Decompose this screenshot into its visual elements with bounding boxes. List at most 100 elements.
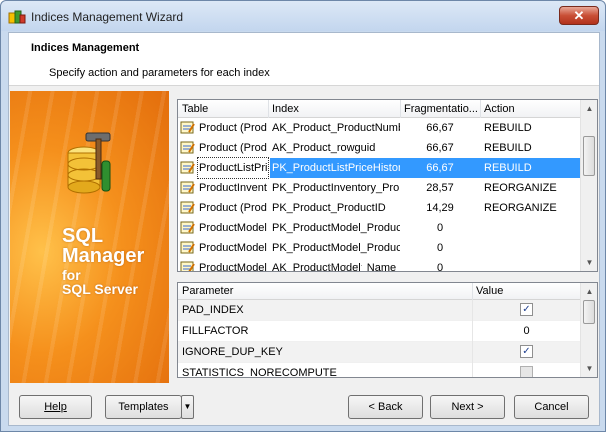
cell-table[interactable]: ProductModel [198,238,268,258]
parameters-grid-header: Parameter Value [178,283,580,300]
cell-action[interactable] [480,258,580,271]
database-tools-icon [67,132,111,194]
table-row[interactable]: ProductModel AK_ProductModel_Name 0 [178,258,580,271]
table-row[interactable]: Product (Prod PK_Product_ProductID 14,29 RE… [178,198,580,218]
param-checkbox[interactable]: ✓ [520,302,533,316]
column-header-parameter[interactable]: Parameter [182,285,233,297]
page-title: Indices Management [31,42,140,54]
scrollbar-thumb[interactable] [583,300,595,324]
cell-action[interactable]: REBUILD [480,118,580,138]
page-subtitle: Specify action and parameters for each i… [49,67,270,79]
cell-fragmentation[interactable]: 66,67 [400,118,480,138]
cell-fragmentation[interactable]: 0 [400,238,480,258]
table-row[interactable]: ProductModel PK_ProductModel_Produc 0 [178,238,580,258]
param-checkbox[interactable]: ✓ [520,344,533,358]
param-checkbox[interactable] [520,365,533,377]
cell-action[interactable] [480,218,580,238]
cell-table[interactable]: Product (Prod [198,138,268,158]
wizard-client: Indices Management Specify action and pa… [8,32,600,426]
param-value[interactable]: 0 [523,325,529,337]
product-banner: SQL Manager for SQL Server [10,91,169,383]
indices-grid-header: Table Index Fragmentatio... Action [178,100,580,118]
index-edit-icon [180,121,195,134]
cell-fragmentation[interactable]: 0 [400,218,480,238]
indices-scrollbar[interactable]: ▲ ▼ [580,100,597,271]
column-header-table[interactable]: Table [182,103,208,115]
column-header-value[interactable]: Value [476,285,503,297]
table-row[interactable]: FILLFACTOR 0 [178,321,580,342]
table-row[interactable]: ProductInvent PK_ProductInventory_Pro 28,5… [178,178,580,198]
cell-index[interactable]: AK_Product_rowguid [270,138,400,158]
cell-index[interactable]: PK_ProductModel_Produc [270,218,400,238]
cell-action[interactable]: REBUILD [480,138,580,158]
app-icon [8,10,26,24]
cell-index[interactable]: PK_ProductListPriceHistor [270,158,400,178]
cell-table[interactable]: ProductInvent [198,178,268,198]
cell-index[interactable]: AK_Product_ProductNumb [270,118,400,138]
index-edit-icon [180,241,195,254]
cell-fragmentation[interactable]: 14,29 [400,198,480,218]
cell-index[interactable]: PK_ProductInventory_Pro [270,178,400,198]
param-value-cell[interactable] [472,363,580,377]
scrollbar-thumb[interactable] [583,136,595,176]
close-button[interactable]: ✕ [559,6,599,25]
param-value-cell[interactable]: ✓ [472,342,580,363]
param-name: IGNORE_DUP_KEY [182,346,283,358]
index-edit-icon [180,161,195,174]
next-button[interactable]: Next > [430,395,505,419]
param-name: FILLFACTOR [182,325,249,337]
cell-fragmentation[interactable]: 66,67 [400,158,480,178]
table-row[interactable]: PAD_INDEX ✓ [178,300,580,321]
cell-action[interactable]: REBUILD [480,158,580,178]
indices-grid[interactable]: Table Index Fragmentatio... Action Produ… [177,99,598,272]
scroll-down-icon[interactable]: ▼ [581,360,597,377]
chevron-down-icon: ▼ [183,402,192,411]
index-edit-icon [180,201,195,214]
cell-action[interactable]: REORGANIZE [480,198,580,218]
cell-table[interactable]: ProductModel [198,258,268,271]
cell-index[interactable]: PK_ProductModel_Produc [270,238,400,258]
cell-table[interactable]: ProductListPri [197,157,269,179]
splitter-grip-icon[interactable]: ········· [328,260,364,270]
cell-action[interactable]: REORGANIZE [480,178,580,198]
cell-table[interactable]: ProductModel [198,218,268,238]
param-name: PAD_INDEX [182,304,244,316]
cell-table[interactable]: Product (Prod [198,198,268,218]
index-edit-icon [180,141,195,154]
parameters-scrollbar[interactable]: ▲ ▼ [580,283,597,377]
title-bar[interactable]: Indices Management Wizard ✕ [1,1,605,31]
back-button[interactable]: < Back [348,395,423,419]
wizard-window: Indices Management Wizard ✕ Indices Mana… [0,0,606,432]
cell-fragmentation[interactable]: 66,67 [400,138,480,158]
param-value-cell[interactable]: 0 [472,321,580,342]
cell-fragmentation[interactable]: 28,57 [400,178,480,198]
index-edit-icon [180,181,195,194]
cell-index[interactable]: PK_Product_ProductID [270,198,400,218]
table-row[interactable]: Product (Prod AK_Product_ProductNumb 66,67… [178,118,580,138]
param-value-cell[interactable]: ✓ [472,300,580,321]
index-edit-icon [180,221,195,234]
index-edit-icon [180,261,195,271]
column-header-index[interactable]: Index [272,103,299,115]
templates-button[interactable]: Templates [105,395,182,419]
column-header-action[interactable]: Action [484,103,515,115]
window-title: Indices Management Wizard [31,10,184,24]
cell-action[interactable] [480,238,580,258]
cancel-button[interactable]: Cancel [514,395,589,419]
product-name: SQL Manager for SQL Server [62,225,145,297]
cell-fragmentation[interactable]: 0 [400,258,480,271]
table-row[interactable]: IGNORE_DUP_KEY ✓ [178,342,580,363]
cell-table[interactable]: Product (Prod [198,118,268,138]
scroll-up-icon[interactable]: ▲ [581,283,597,300]
column-header-fragmentation[interactable]: Fragmentatio... [404,103,478,115]
table-row[interactable]: Product (Prod AK_Product_rowguid 66,67 REBU… [178,138,580,158]
param-name: STATISTICS_NORECOMPUTE [182,367,337,378]
table-row[interactable]: ProductListPri PK_ProductListPriceHistor 6… [178,157,580,179]
table-row[interactable]: STATISTICS_NORECOMPUTE [178,363,580,378]
scroll-up-icon[interactable]: ▲ [581,100,597,117]
templates-dropdown-button[interactable]: ▼ [181,395,194,419]
help-button[interactable]: Help [19,395,92,419]
parameters-grid[interactable]: Parameter Value PAD_INDEX ✓ FILLFACTOR 0 IGN… [177,282,598,378]
scroll-down-icon[interactable]: ▼ [581,254,597,271]
table-row[interactable]: ProductModel PK_ProductModel_Produc 0 [178,218,580,238]
